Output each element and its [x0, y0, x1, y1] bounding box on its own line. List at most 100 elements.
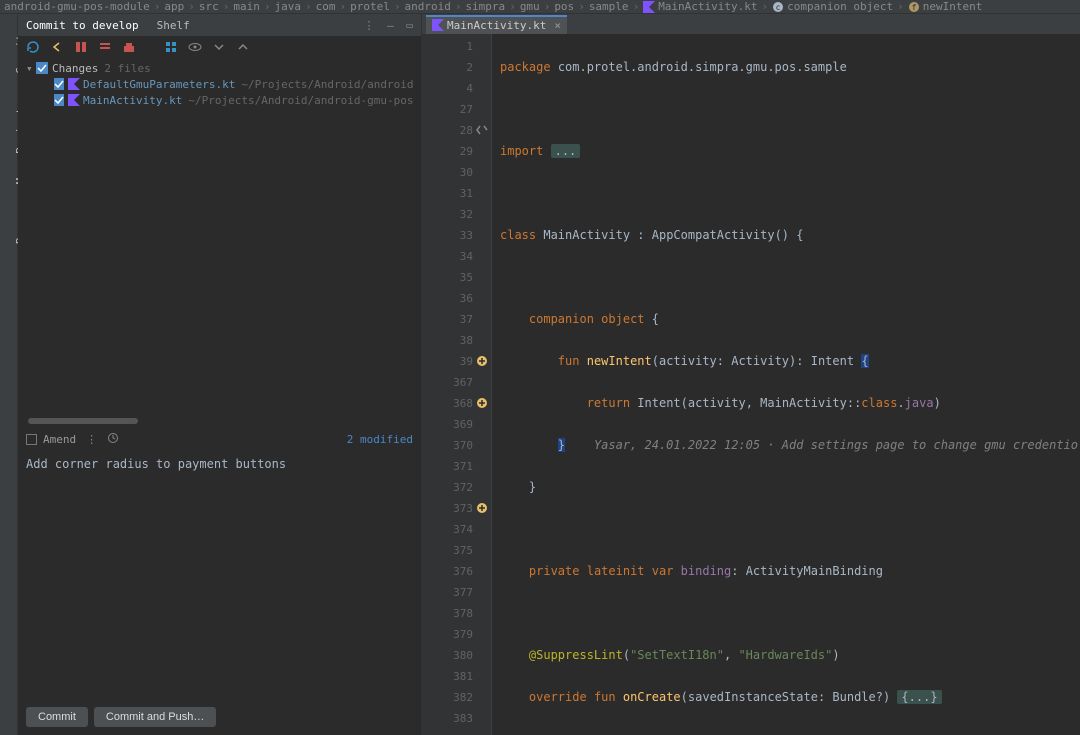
changes-tree[interactable]: ▾ Changes 2 files DefaultGmuParameters.k… [18, 58, 421, 110]
commit-and-push-button[interactable]: Commit and Push… [94, 707, 216, 727]
line-number[interactable]: 371 [422, 456, 473, 477]
line-number[interactable]: 367 [422, 372, 473, 393]
line-number[interactable]: 39 [422, 351, 473, 372]
editor-tabs: MainActivity.kt × [422, 14, 1080, 34]
line-number[interactable]: 382 [422, 687, 473, 708]
file-path: ~/Projects/Android/android-gmu-pos-modul… [241, 78, 413, 91]
line-number[interactable]: 380 [422, 645, 473, 666]
collapse-icon[interactable] [236, 40, 250, 54]
line-number[interactable]: 378 [422, 603, 473, 624]
line-number[interactable]: 383 [422, 708, 473, 729]
breadcrumb-item[interactable]: gmu [520, 0, 540, 13]
line-number[interactable]: 375 [422, 540, 473, 561]
shelve-icon[interactable] [122, 40, 136, 54]
breadcrumb-item[interactable]: android [404, 0, 450, 13]
kotlin-file-icon [643, 1, 655, 13]
breadcrumb-item[interactable]: app [164, 0, 184, 13]
code-tag-icon[interactable] [475, 123, 489, 137]
line-number[interactable]: 381 [422, 666, 473, 687]
group-by-icon[interactable] [164, 40, 178, 54]
commit-options-icon[interactable]: ⋮ [86, 433, 97, 446]
commit-message-input[interactable]: Add corner radius to payment buttons [18, 451, 421, 701]
line-number[interactable]: 374 [422, 519, 473, 540]
editor-tab-label: MainActivity.kt [447, 19, 546, 32]
kotlin-file-icon [68, 94, 80, 106]
modified-count[interactable]: 2 modified [347, 433, 413, 446]
line-number[interactable]: 372 [422, 477, 473, 498]
svg-text:c: c [776, 3, 781, 12]
line-number[interactable]: 1 [422, 36, 473, 57]
line-number[interactable]: 368 [422, 393, 473, 414]
panel-options-icon[interactable]: ⋮ [364, 19, 375, 32]
line-number[interactable]: 369 [422, 414, 473, 435]
expand-icon[interactable] [212, 40, 226, 54]
refresh-icon[interactable] [26, 40, 40, 54]
line-number[interactable]: 38 [422, 330, 473, 351]
changed-file[interactable]: DefaultGmuParameters.kt ~/Projects/Andro… [26, 76, 413, 92]
override-icon[interactable] [475, 354, 489, 368]
breadcrumb-item[interactable]: sample [589, 0, 629, 13]
checkbox-checked-icon[interactable] [54, 94, 64, 106]
breadcrumb-item[interactable]: protel [350, 0, 390, 13]
breadcrumb-item[interactable]: pos [554, 0, 574, 13]
changes-group[interactable]: ▾ Changes 2 files [26, 60, 413, 76]
line-number[interactable]: 370 [422, 435, 473, 456]
line-number[interactable]: 32 [422, 204, 473, 225]
line-number[interactable]: 27 [422, 99, 473, 120]
class-icon: c [772, 1, 784, 13]
line-number[interactable]: 377 [422, 582, 473, 603]
file-path: ~/Projects/Android/android-gmu-pos-modul… [188, 94, 413, 107]
close-icon[interactable]: × [554, 19, 561, 32]
line-number[interactable]: 30 [422, 162, 473, 183]
commit-panel-tabs: Commit to develop Shelf ⋮ — ▭ [18, 14, 421, 36]
breadcrumb-item[interactable]: simpra [465, 0, 505, 13]
breadcrumb-symbol[interactable]: f newIntent [908, 0, 983, 13]
line-number[interactable]: 37 [422, 309, 473, 330]
amend-checkbox[interactable] [26, 434, 37, 445]
commit-button[interactable]: Commit [26, 707, 88, 727]
chevron-down-icon[interactable]: ▾ [26, 62, 36, 75]
view-options-icon[interactable] [188, 40, 202, 54]
tab-commit[interactable]: Commit to develop [26, 19, 139, 32]
line-number[interactable]: 35 [422, 267, 473, 288]
editor-code[interactable]: package com.protel.android.simpra.gmu.po… [492, 34, 1080, 735]
line-number[interactable]: 4 [422, 78, 473, 99]
panel-hide-icon[interactable]: ▭ [406, 19, 413, 32]
changes-count: 2 files [104, 62, 150, 75]
line-number[interactable]: 373 [422, 498, 473, 519]
line-number[interactable]: 28 [422, 120, 473, 141]
line-number[interactable]: 376 [422, 561, 473, 582]
breadcrumb-file[interactable]: MainActivity.kt [643, 0, 757, 13]
diff-icon[interactable] [74, 40, 88, 54]
horizontal-scrollbar[interactable] [28, 418, 138, 424]
tab-shelf[interactable]: Shelf [157, 19, 190, 32]
line-number[interactable]: 2 [422, 57, 473, 78]
breadcrumb-item[interactable]: main [233, 0, 260, 13]
breadcrumb-item[interactable]: src [199, 0, 219, 13]
line-number[interactable]: 36 [422, 288, 473, 309]
changes-label: Changes [52, 62, 98, 75]
line-number[interactable]: 29 [422, 141, 473, 162]
breadcrumb-item[interactable]: com [316, 0, 336, 13]
commit-panel: Commit to develop Shelf ⋮ — ▭ ▾ Changes … [18, 14, 422, 735]
editor-tab[interactable]: MainActivity.kt × [426, 15, 567, 34]
editor-gutter[interactable]: 1 2 4 27 28 29 30 31 32 33 34 35 36 37 3… [422, 34, 492, 735]
line-number[interactable]: 33 [422, 225, 473, 246]
changelist-icon[interactable] [98, 40, 112, 54]
commit-history-icon[interactable] [107, 432, 119, 447]
checkbox-checked-icon[interactable] [36, 62, 48, 74]
line-number[interactable]: 34 [422, 246, 473, 267]
commit-options-row: Amend ⋮ 2 modified [18, 428, 421, 451]
panel-minimize-icon[interactable]: — [387, 19, 394, 32]
breadcrumb-item[interactable]: android-gmu-pos-module [4, 0, 150, 13]
override-icon[interactable] [475, 396, 489, 410]
editor-area: MainActivity.kt × 1 2 4 27 28 29 30 31 3… [422, 14, 1080, 735]
rollback-icon[interactable] [50, 40, 64, 54]
line-number[interactable]: 31 [422, 183, 473, 204]
line-number[interactable]: 379 [422, 624, 473, 645]
breadcrumb-symbol[interactable]: c companion object [772, 0, 893, 13]
override-icon[interactable] [475, 501, 489, 515]
changed-file[interactable]: MainActivity.kt ~/Projects/Android/andro… [26, 92, 413, 108]
checkbox-checked-icon[interactable] [54, 78, 64, 90]
breadcrumb-item[interactable]: java [274, 0, 301, 13]
